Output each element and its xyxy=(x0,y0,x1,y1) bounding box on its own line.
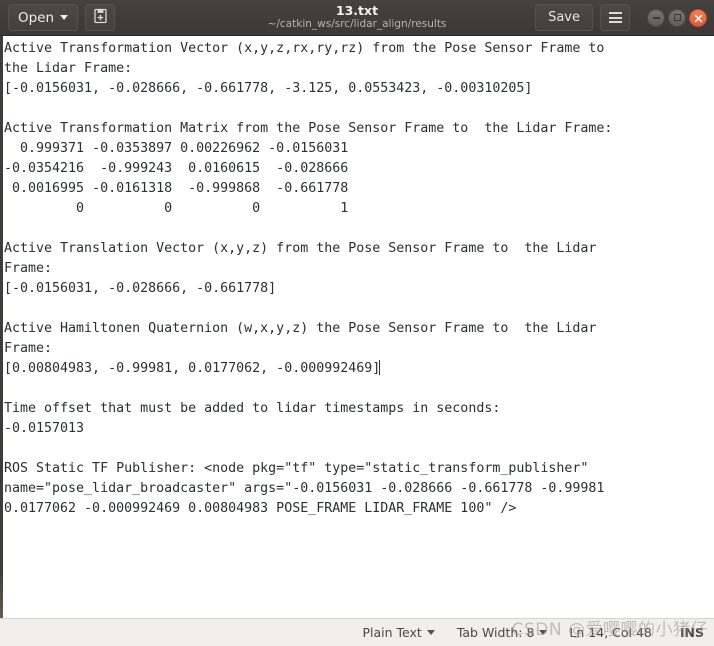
text-line xyxy=(4,439,714,459)
gedit-window: Open 13.txt ~/catkin_ws/src/lidar_align/… xyxy=(0,0,714,646)
text-line: the Lidar Frame: xyxy=(4,61,133,76)
window-controls xyxy=(647,8,707,27)
text-line: 0.0016995 -0.0161318 -0.999868 -0.661778 xyxy=(4,181,349,196)
file-name: 13.txt xyxy=(335,3,379,18)
text-line: -0.0354216 -0.999243 0.0160615 -0.028666 xyxy=(4,161,349,176)
text-line: [-0.0156031, -0.028666, -0.661778, -3.12… xyxy=(4,81,533,96)
text-line: name="pose_lidar_broadcaster" args="-0.0… xyxy=(4,481,605,496)
tab-width-label: Tab Width: 8 xyxy=(456,625,535,640)
status-bar: Plain Text Tab Width: 8 Ln 14, Col 48 IN… xyxy=(0,618,714,646)
title-bar: Open 13.txt ~/catkin_ws/src/lidar_align/… xyxy=(0,0,714,36)
language-selector[interactable]: Plain Text xyxy=(363,625,435,640)
open-button[interactable]: Open xyxy=(8,4,79,31)
text-line: Active Transformation Matrix from the Po… xyxy=(4,121,613,136)
text-line xyxy=(4,99,714,119)
text-line: 0 0 0 1 xyxy=(4,201,349,216)
text-line: [0.00804983, -0.99981, 0.0177062, -0.000… xyxy=(4,360,381,376)
text-line: 0.0177062 -0.000992469 0.00804983 POSE_F… xyxy=(4,501,517,516)
text-document[interactable]: Active Transformation Vector (x,y,z,rx,r… xyxy=(3,36,714,618)
text-line: Active Translation Vector (x,y,z) from t… xyxy=(4,241,597,256)
new-document-icon xyxy=(93,8,108,28)
tab-width-selector[interactable]: Tab Width: 8 xyxy=(457,625,548,640)
text-line xyxy=(4,219,714,239)
titlebar-right-group: Save xyxy=(535,4,710,31)
close-icon xyxy=(694,8,703,27)
text-line: Active Hamiltonen Quaternion (w,x,y,z) t… xyxy=(4,321,597,336)
open-button-label: Open xyxy=(18,9,55,26)
maximize-icon xyxy=(673,14,681,21)
editor-area[interactable]: Active Transformation Vector (x,y,z,rx,r… xyxy=(0,36,714,618)
text-line: -0.0157013 xyxy=(4,421,85,436)
cursor-position: Ln 14, Col 48 xyxy=(569,625,652,640)
text-line: Frame: xyxy=(4,261,53,276)
close-button[interactable] xyxy=(689,8,707,27)
chevron-down-icon xyxy=(539,630,548,635)
text-line: Frame: xyxy=(4,341,53,356)
new-document-button[interactable] xyxy=(85,4,116,31)
text-line xyxy=(4,379,714,399)
chevron-down-icon xyxy=(60,15,69,20)
text-line: [-0.0156031, -0.028666, -0.661778] xyxy=(4,281,277,296)
text-line: ROS Static TF Publisher: <node pkg="tf" … xyxy=(4,461,589,476)
text-caret xyxy=(379,360,381,375)
insert-mode-indicator: INS xyxy=(679,625,704,640)
hamburger-menu-icon xyxy=(608,12,622,23)
save-button[interactable]: Save xyxy=(535,4,593,31)
minimize-icon xyxy=(652,16,660,19)
maximize-button[interactable] xyxy=(668,8,686,27)
text-line: Time offset that must be added to lidar … xyxy=(4,401,501,416)
file-path: ~/catkin_ws/src/lidar_align/results xyxy=(267,18,447,30)
text-line: Active Transformation Vector (x,y,z,rx,r… xyxy=(4,41,605,56)
minimize-button[interactable] xyxy=(647,8,665,27)
chevron-down-icon xyxy=(426,630,435,635)
main-menu-button[interactable] xyxy=(600,4,630,31)
text-line: 0.999371 -0.0353897 0.00226962 -0.015603… xyxy=(4,141,349,156)
language-label: Plain Text xyxy=(362,625,422,640)
text-line xyxy=(4,299,714,319)
